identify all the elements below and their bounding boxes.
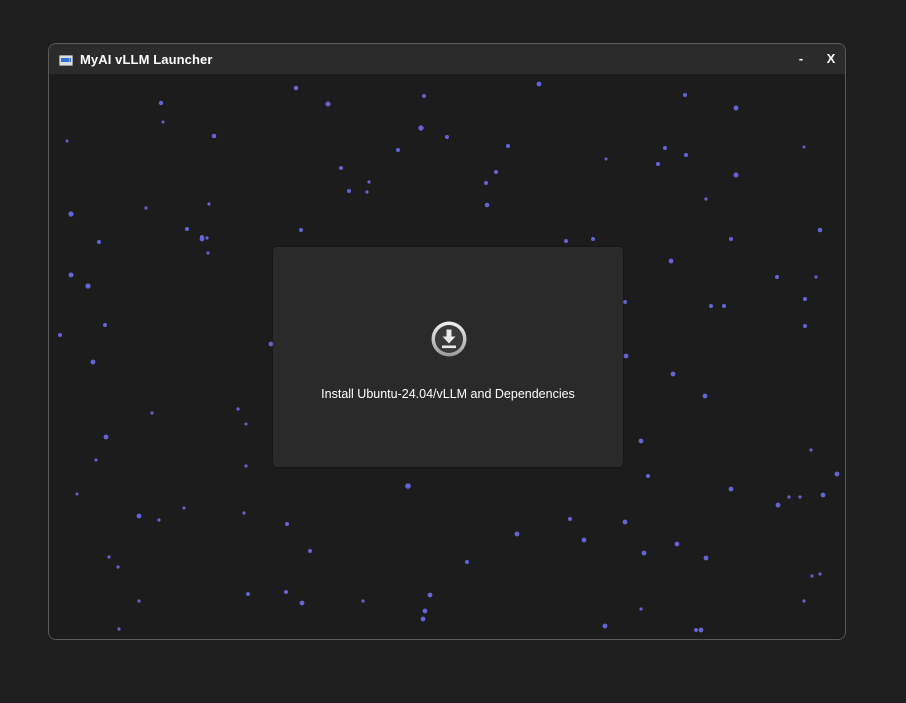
install-button-label: Install Ubuntu-24.04/vLLM and Dependenci… xyxy=(321,387,575,401)
close-button[interactable]: X xyxy=(819,48,843,70)
title-bar[interactable]: MyAI vLLM Launcher - X xyxy=(49,44,845,74)
download-icon xyxy=(430,320,468,358)
app-window: MyAI vLLM Launcher - X Install Ubuntu-24… xyxy=(48,43,846,640)
window-title: MyAI vLLM Launcher xyxy=(80,52,213,67)
main-content: Install Ubuntu-24.04/vLLM and Dependenci… xyxy=(49,74,845,639)
app-logo-icon xyxy=(59,53,73,66)
install-button[interactable]: Install Ubuntu-24.04/vLLM and Dependenci… xyxy=(273,247,623,467)
minimize-button[interactable]: - xyxy=(789,48,813,70)
